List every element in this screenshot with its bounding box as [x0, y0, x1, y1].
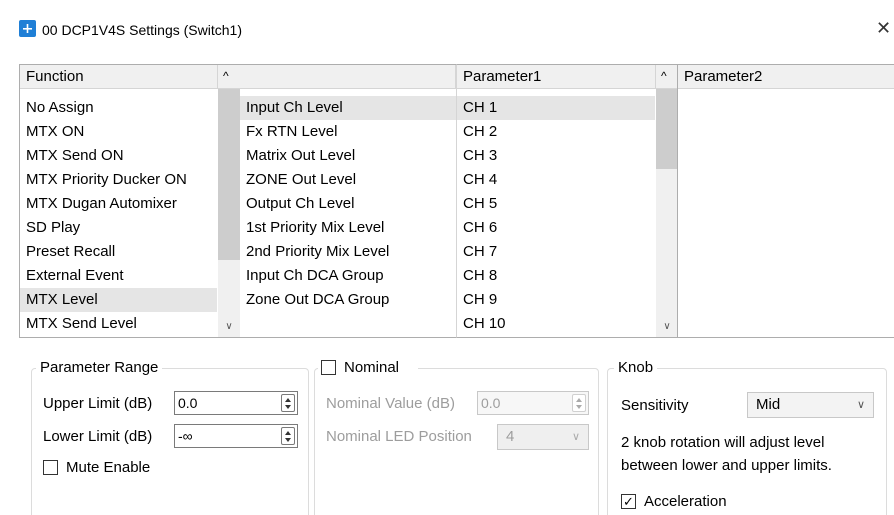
acceleration-checkbox[interactable]: ✓ [621, 494, 636, 509]
parameter-range-title: Parameter Range [36, 359, 163, 377]
sensitivity-value[interactable]: Mid [756, 396, 780, 413]
parameter1-list-item[interactable]: CH 3 [457, 144, 655, 168]
parameter1-header[interactable]: Parameter1 [457, 65, 656, 89]
knob-info-line2: between lower and upper limits. [621, 457, 832, 474]
function-header[interactable]: Function [20, 65, 218, 89]
parameter1-list-item[interactable]: CH 8 [457, 264, 655, 288]
parameter2-list[interactable]: Parameter2 [677, 64, 894, 338]
knob-info-line1: 2 knob rotation will adjust level [621, 434, 825, 451]
function-list-item[interactable]: MTX ON [20, 120, 217, 144]
knob-title: Knob [614, 359, 658, 377]
nominal-led-value[interactable]: 4 [506, 428, 514, 445]
nominal-title[interactable]: Nominal [344, 359, 399, 377]
parameter1-list-item[interactable]: CH 1 [457, 96, 655, 120]
nominal-led-label: Nominal LED Position [326, 428, 472, 445]
title-bar: 00 DCP1V4S Settings (Switch1) ✕ [0, 0, 894, 50]
sub-function-list-item[interactable]: Zone Out DCA Group [240, 288, 456, 312]
function-list-item[interactable]: MTX Level [20, 288, 217, 312]
nominal-led-select[interactable]: 4 ∨ [497, 424, 589, 450]
sub-function-list-item[interactable]: Fx RTN Level [240, 120, 456, 144]
sub-function-list-item[interactable]: Input Ch DCA Group [240, 264, 456, 288]
app-icon [19, 20, 36, 37]
scroll-down-icon[interactable]: ∨ [656, 319, 677, 335]
sub-function-list-item[interactable]: 2nd Priority Mix Level [240, 240, 456, 264]
parameter1-list-item[interactable]: CH 9 [457, 288, 655, 312]
chevron-down-icon[interactable]: ∨ [572, 425, 580, 449]
spin-arrows-icon[interactable] [281, 394, 295, 412]
acceleration-label[interactable]: Acceleration [644, 493, 727, 511]
chevron-down-icon[interactable]: ∨ [857, 393, 865, 417]
mute-enable-checkbox[interactable] [43, 460, 58, 475]
parameter1-scroll-thumb[interactable] [656, 89, 677, 169]
spin-arrows-icon[interactable] [572, 394, 586, 412]
parameter1-list-item[interactable]: CH 4 [457, 168, 655, 192]
upper-limit-value[interactable]: 0.0 [178, 395, 197, 411]
sub-function-list-item[interactable]: Input Ch Level [240, 96, 456, 120]
sub-function-list-item[interactable]: Matrix Out Level [240, 144, 456, 168]
scroll-down-icon[interactable]: ∨ [218, 319, 240, 335]
upper-limit-label: Upper Limit (dB) [43, 395, 153, 412]
mute-enable-label[interactable]: Mute Enable [66, 459, 150, 477]
spin-arrows-icon[interactable] [281, 427, 295, 445]
lower-limit-label: Lower Limit (dB) [43, 428, 153, 445]
parameter2-header[interactable]: Parameter2 [678, 65, 894, 89]
parameter1-list-item[interactable]: CH 10 [457, 312, 655, 336]
sub-function-list-item[interactable]: Output Ch Level [240, 192, 456, 216]
nominal-checkbox[interactable] [321, 360, 336, 375]
function-list-item[interactable]: No Assign [20, 96, 217, 120]
function-list-item[interactable]: MTX Send Level [20, 312, 217, 336]
function-list-item[interactable]: MTX Dugan Automixer [20, 192, 217, 216]
sub-function-list-item[interactable]: ZONE Out Level [240, 168, 456, 192]
sub-function-header [240, 65, 456, 89]
upper-limit-stepper[interactable]: 0.0 [174, 391, 298, 415]
lower-limit-value[interactable]: -∞ [178, 428, 193, 444]
function-scroll-thumb[interactable] [218, 89, 240, 260]
sensitivity-label: Sensitivity [621, 397, 689, 414]
parameter1-list[interactable]: Parameter1 ^ CH 1 CH 2 CH 3 CH 4 CH 5 CH 6 CH … [456, 64, 678, 338]
sub-function-list[interactable]: Input Ch Level Fx RTN Level Matrix Out Lev… [240, 64, 457, 338]
sub-function-list-item[interactable]: 1st Priority Mix Level [240, 216, 456, 240]
lower-limit-stepper[interactable]: -∞ [174, 424, 298, 448]
parameter1-scrollbar[interactable]: ∨ [656, 89, 677, 337]
function-list-item[interactable]: External Event [20, 264, 217, 288]
function-scrollbar[interactable]: ∨ [218, 89, 240, 337]
parameter1-list-item[interactable]: CH 7 [457, 240, 655, 264]
close-icon[interactable]: ✕ [876, 18, 894, 38]
function-list-item[interactable]: SD Play [20, 216, 217, 240]
nominal-value-label: Nominal Value (dB) [326, 395, 455, 412]
function-list-item[interactable]: MTX Send ON [20, 144, 217, 168]
sensitivity-select[interactable]: Mid ∨ [747, 392, 874, 418]
nominal-value-stepper[interactable]: 0.0 [477, 391, 589, 415]
window-title: 00 DCP1V4S Settings (Switch1) [42, 22, 242, 38]
parameter1-header-sort[interactable]: ^ [656, 65, 677, 89]
parameter1-list-item[interactable]: CH 5 [457, 192, 655, 216]
function-list-item[interactable]: MTX Priority Ducker ON [20, 168, 217, 192]
parameter1-list-item[interactable]: CH 2 [457, 120, 655, 144]
function-list-item[interactable]: Preset Recall [20, 240, 217, 264]
function-list[interactable]: Function ^ No Assign MTX ON MTX Send ON MTX… [19, 64, 241, 338]
parameter1-list-item[interactable]: CH 6 [457, 216, 655, 240]
function-header-sort[interactable]: ^ [218, 65, 240, 89]
nominal-value[interactable]: 0.0 [481, 395, 500, 411]
